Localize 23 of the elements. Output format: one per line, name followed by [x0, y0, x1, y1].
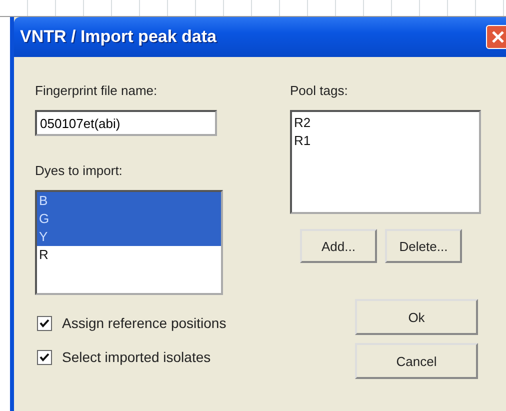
tag-button[interactable]: Delete... [385, 229, 462, 263]
file-name-field[interactable]: 050107et(abi) [35, 110, 217, 136]
list-item[interactable]: Y [37, 228, 221, 246]
checkbox-label: Assign reference positions [62, 315, 226, 331]
checkbox[interactable] [37, 350, 52, 364]
close-button[interactable] [486, 25, 506, 49]
dyes-list[interactable]: B G Y R [35, 190, 223, 295]
close-icon [490, 29, 506, 45]
checkbox[interactable] [37, 316, 52, 330]
list-item[interactable]: R2 [292, 114, 479, 132]
list-item[interactable]: R [37, 246, 221, 264]
list-label: Pool tags: [290, 83, 349, 98]
list-item[interactable]: B [37, 192, 221, 210]
checkbox-label: Select imported isolates [62, 349, 211, 365]
tag-button[interactable]: Add... [300, 229, 377, 263]
pool-tags-list[interactable]: R2 R1 [290, 110, 481, 214]
field-label: Fingerprint file name: [35, 83, 158, 98]
list-item[interactable]: G [37, 210, 221, 228]
list-label: Dyes to import: [35, 163, 124, 178]
window-title: VNTR / Import peak data [20, 27, 218, 47]
dialog-button[interactable]: Cancel [355, 343, 478, 379]
list-item[interactable]: R1 [292, 132, 479, 150]
dialog-button[interactable]: Ok [355, 299, 478, 335]
